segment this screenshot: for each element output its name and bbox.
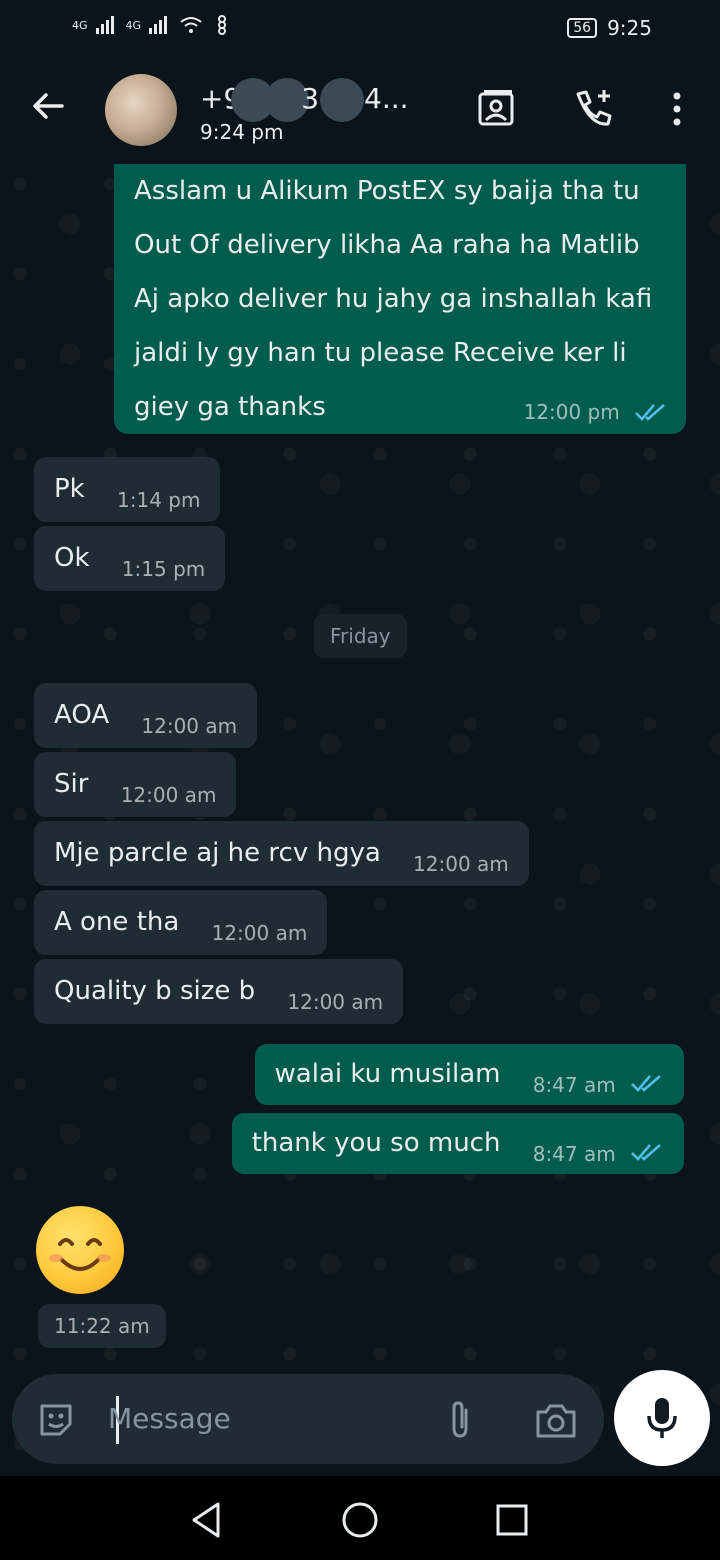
message-text: A one tha — [54, 907, 180, 937]
date-separator: Friday — [314, 614, 407, 658]
message-text: Mje parcle aj he rcv hgya — [54, 838, 381, 868]
signal-label-1: 4G — [72, 18, 88, 32]
incoming-message[interactable]: Pk 1:14 pm — [34, 457, 221, 522]
microphone-icon — [647, 1398, 677, 1438]
message-time: 1:15 pm — [121, 557, 206, 581]
contact-name-suffix: 4... — [364, 82, 409, 115]
double-check-icon — [631, 1074, 661, 1092]
message-line: Asslam u Alikum PostEX sy baija tha tu — [134, 176, 640, 206]
smiling-face-icon — [49, 1238, 111, 1271]
outgoing-message[interactable]: walai ku musilam 8:47 am — [254, 1044, 684, 1105]
signal-icon-2 — [149, 16, 168, 34]
smiling-face-emoji[interactable] — [36, 1206, 124, 1294]
message-composer[interactable]: Message — [12, 1374, 604, 1464]
incoming-message[interactable]: A one tha 12:00 am — [34, 890, 328, 955]
message-text: AOA — [54, 700, 110, 730]
outgoing-message[interactable]: thank you so much 8:47 am — [231, 1113, 684, 1174]
message-text: Quality b size b — [54, 976, 256, 1006]
incoming-message[interactable]: Quality b size b 12:00 am — [34, 959, 404, 1024]
message-meta: 12:00 pm — [500, 399, 668, 424]
incoming-message[interactable]: Ok 1:15 pm — [34, 526, 226, 591]
incoming-message[interactable]: Sir 12:00 am — [34, 752, 237, 817]
contact-name[interactable]: +9 3(4... — [200, 78, 409, 122]
chat-header: +9 3(4... 9:24 pm — [0, 56, 720, 164]
camera-icon[interactable] — [534, 1400, 578, 1440]
message-line: Aj apko deliver hu jahy ga inshallah kaf… — [134, 284, 653, 314]
message-time: 12:00 am — [413, 852, 509, 876]
nav-back-icon[interactable] — [188, 1500, 224, 1540]
wifi-icon — [180, 17, 202, 33]
status-bar: 4G 4G 56 9:25 — [0, 0, 720, 56]
message-line: jaldi ly gy han tu please Receive ker li — [134, 338, 627, 368]
signal-icon — [95, 16, 114, 34]
message-text: Pk — [54, 474, 85, 504]
system-navigation-bar — [0, 1476, 720, 1560]
message-time: 8:47 am — [532, 1073, 616, 1097]
message-time: 8:47 am — [532, 1142, 616, 1166]
message-time: 12:00 am — [141, 714, 238, 738]
status-right: 56 9:25 — [567, 16, 652, 40]
message-time: 1:14 pm — [117, 488, 201, 512]
redaction-mark — [320, 78, 365, 122]
message-text: thank you so much — [251, 1128, 501, 1158]
battery-indicator: 56 — [567, 18, 598, 38]
message-text: Sir — [54, 769, 89, 799]
last-seen: 9:24 pm — [200, 120, 284, 144]
double-check-icon — [635, 403, 665, 421]
status-left: 4G 4G — [72, 14, 233, 36]
double-check-icon — [631, 1143, 661, 1161]
message-line: Out Of delivery likha Aa raha ha Matlib — [134, 230, 640, 260]
message-input[interactable]: Message — [108, 1402, 231, 1435]
video-call-icon[interactable] — [474, 86, 520, 132]
add-call-icon[interactable] — [570, 86, 616, 132]
outgoing-message[interactable]: Asslam u Alikum PostEX sy baija tha tu O… — [114, 164, 686, 434]
mic-button[interactable] — [614, 1370, 710, 1466]
back-arrow-icon[interactable] — [28, 86, 68, 126]
contact-avatar[interactable] — [105, 74, 177, 146]
message-text: Ok — [54, 543, 90, 573]
incoming-message[interactable]: AOA 12:00 am — [34, 683, 258, 748]
attachment-icon[interactable] — [442, 1400, 478, 1440]
nav-home-icon[interactable] — [340, 1500, 380, 1540]
message-time: 11:22 am — [38, 1304, 166, 1348]
clock: 9:25 — [607, 16, 652, 40]
sticker-icon[interactable] — [36, 1400, 76, 1440]
message-text: walai ku musilam — [274, 1059, 501, 1089]
more-options-icon[interactable] — [654, 86, 700, 132]
message-time: 12:00 am — [287, 990, 384, 1014]
hotspot-icon — [218, 15, 227, 35]
message-time: 12:00 am — [211, 921, 308, 945]
nav-recents-icon[interactable] — [494, 1500, 530, 1540]
message-time: 12:00 am — [120, 783, 217, 807]
signal-label-2: 4G — [125, 18, 142, 32]
chat-area[interactable]: Asslam u Alikum PostEX sy baija tha tu O… — [0, 164, 720, 1474]
incoming-message[interactable]: Mje parcle aj he rcv hgya 12:00 am — [34, 821, 529, 886]
message-time: 12:00 pm — [523, 400, 620, 424]
